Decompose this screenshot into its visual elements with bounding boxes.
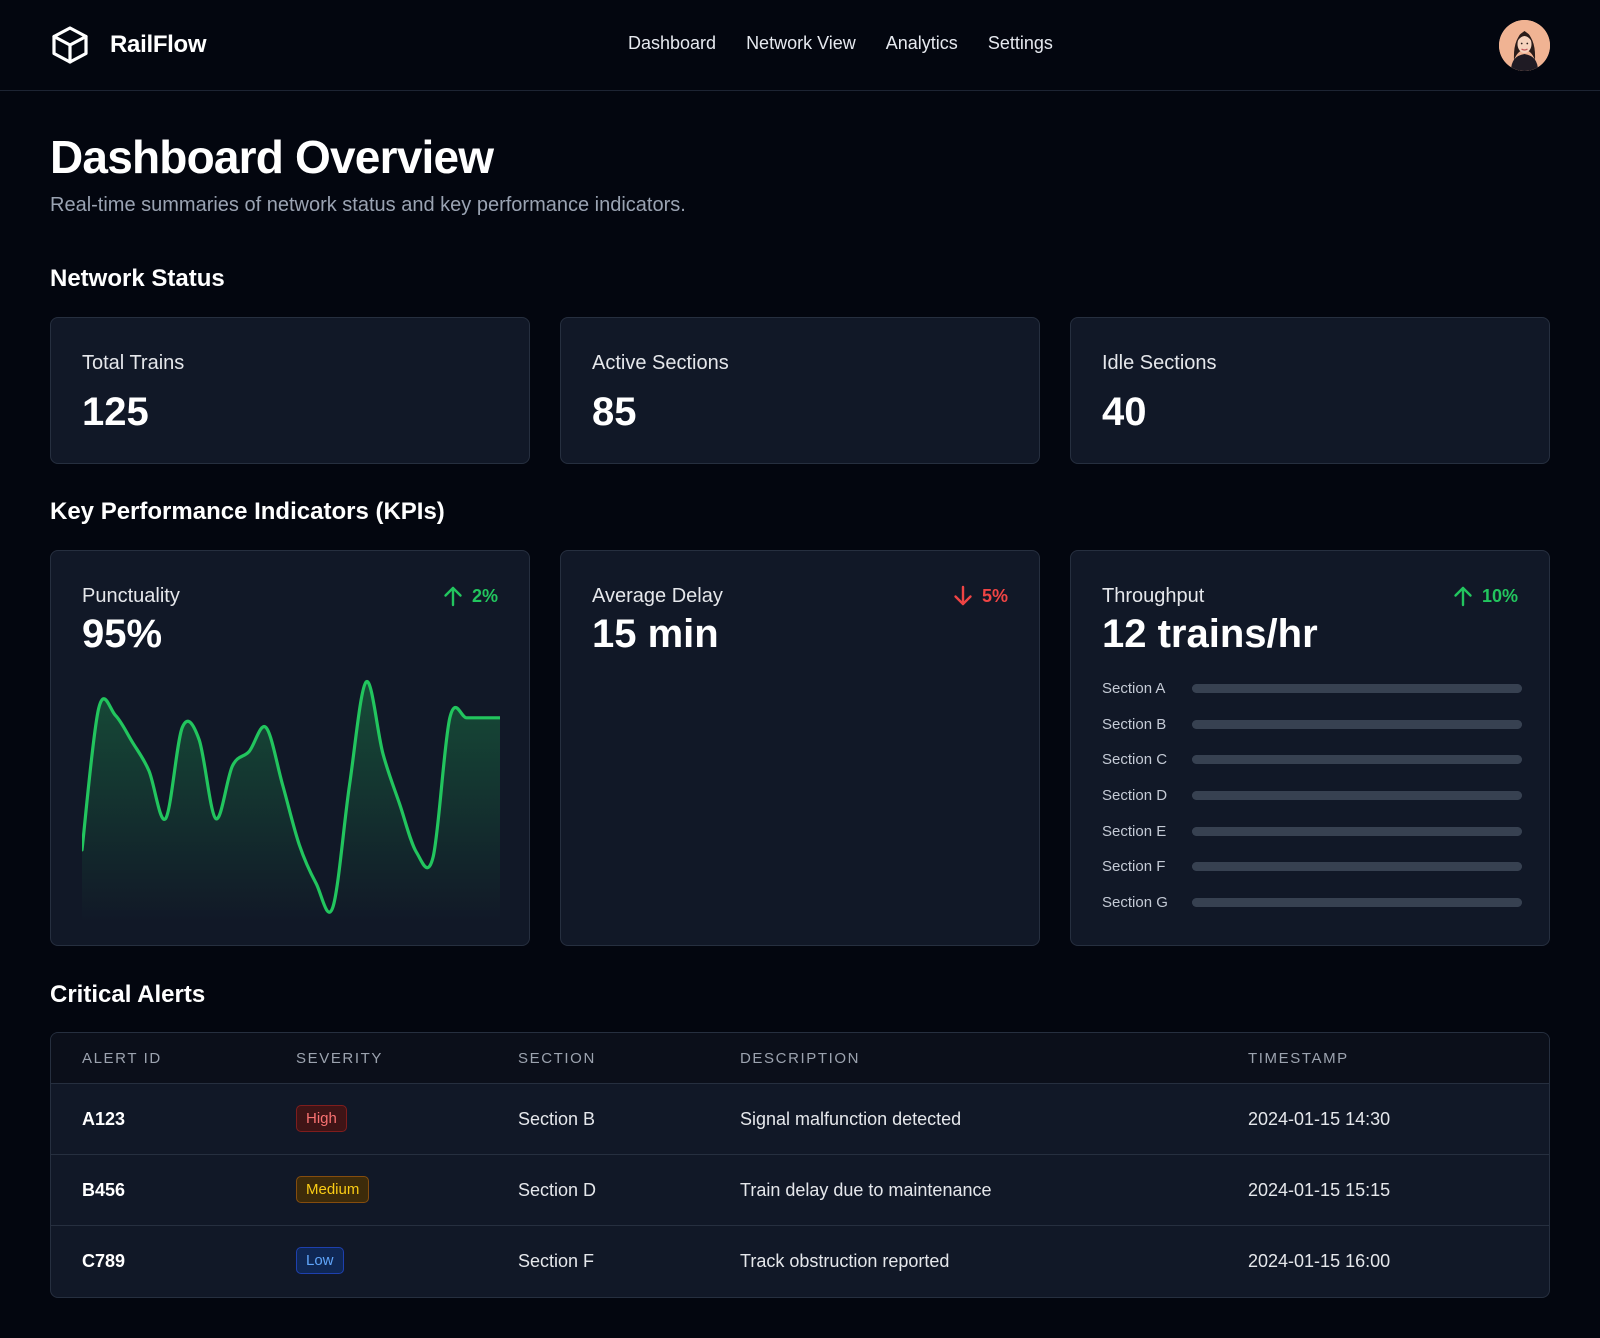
section-bar-fill bbox=[1192, 826, 1522, 836]
section-label: Section G bbox=[1102, 893, 1168, 911]
column-header-alert-id[interactable]: ALERT ID bbox=[82, 1050, 162, 1067]
alert-section: Section B bbox=[518, 1109, 596, 1129]
kpi-value: 15 min bbox=[592, 612, 719, 656]
section-label: Section E bbox=[1102, 822, 1167, 840]
stat-label: Total Trains bbox=[82, 352, 185, 374]
throughput-row-section-c: Section C bbox=[1102, 749, 1522, 769]
alert-section: Section D bbox=[518, 1180, 597, 1200]
section-bar bbox=[1192, 790, 1522, 800]
section-label: Section A bbox=[1102, 679, 1166, 697]
column-header-severity[interactable]: SEVERITY bbox=[296, 1050, 383, 1067]
throughput-row-section-e: Section E bbox=[1102, 821, 1522, 841]
section-bar-fill bbox=[1192, 683, 1522, 693]
kpi-change-value: 10% bbox=[1481, 585, 1518, 606]
critical-alerts-heading: Critical Alerts bbox=[50, 981, 206, 1008]
alert-id: B456 bbox=[82, 1180, 126, 1200]
kpi-change: 5% bbox=[952, 585, 1008, 607]
kpi-change-value: 5% bbox=[981, 585, 1008, 606]
section-label: Section C bbox=[1102, 750, 1168, 768]
alert-id: C789 bbox=[82, 1251, 126, 1271]
throughput-row-section-a: Section A bbox=[1102, 678, 1522, 698]
kpi-change: 2% bbox=[442, 585, 498, 607]
nav-dashboard[interactable]: Dashboard bbox=[628, 33, 716, 54]
section-bar bbox=[1192, 826, 1522, 836]
alert-description: Signal malfunction detected bbox=[740, 1109, 962, 1129]
table-row[interactable]: C789 Low Section F Track obstruction rep… bbox=[51, 1226, 1549, 1297]
section-bar-fill bbox=[1192, 754, 1522, 764]
kpi-card-average-delay: Average Delay 15 min 5% bbox=[560, 550, 1040, 946]
stat-card-total-trains: Total Trains 125 bbox=[50, 317, 530, 464]
severity-badge: Low bbox=[296, 1247, 344, 1274]
section-label: Section D bbox=[1102, 786, 1168, 804]
kpi-heading: Key Performance Indicators (KPIs) bbox=[50, 498, 445, 525]
stat-value: 40 bbox=[1102, 390, 1147, 434]
kpi-value: 12 trains/hr bbox=[1102, 612, 1318, 656]
stat-card-active-sections: Active Sections 85 bbox=[560, 317, 1040, 464]
section-bar-fill bbox=[1192, 719, 1522, 729]
punctuality-chart bbox=[82, 680, 500, 923]
section-label: Section F bbox=[1102, 857, 1166, 875]
page-subtitle: Real-time summaries of network status an… bbox=[50, 194, 686, 216]
alert-description: Track obstruction reported bbox=[740, 1251, 950, 1271]
alerts-table: ALERT ID SEVERITY SECTION DESCRIPTION TI… bbox=[50, 1032, 1550, 1298]
throughput-row-section-f: Section F bbox=[1102, 856, 1522, 876]
avatar-portrait bbox=[1499, 20, 1550, 71]
chart-area-fill bbox=[82, 681, 500, 923]
arrow-up-icon bbox=[444, 586, 462, 607]
brand[interactable]: RailFlow bbox=[50, 25, 207, 65]
stat-card-idle-sections: Idle Sections 40 bbox=[1070, 317, 1550, 464]
top-navigation-bar: RailFlow Dashboard Network View Analytic… bbox=[0, 0, 1600, 91]
nav-analytics[interactable]: Analytics bbox=[886, 33, 958, 54]
stat-value: 125 bbox=[82, 390, 149, 434]
kpi-change-value: 2% bbox=[471, 585, 498, 606]
nav-network-view[interactable]: Network View bbox=[746, 33, 856, 54]
section-bar bbox=[1192, 897, 1522, 907]
stat-label: Active Sections bbox=[592, 352, 729, 374]
kpi-change: 10% bbox=[1452, 585, 1518, 607]
section-bar-fill bbox=[1192, 897, 1522, 907]
network-status-heading: Network Status bbox=[50, 265, 225, 292]
stat-value: 85 bbox=[592, 390, 637, 434]
section-bar-fill bbox=[1192, 861, 1522, 871]
stat-label: Idle Sections bbox=[1102, 352, 1217, 374]
section-label: Section B bbox=[1102, 715, 1167, 733]
kpi-label: Average Delay bbox=[592, 585, 723, 607]
section-bar bbox=[1192, 861, 1522, 871]
section-bar bbox=[1192, 719, 1522, 729]
alert-timestamp: 2024-01-15 15:15 bbox=[1248, 1180, 1391, 1200]
kpi-label: Punctuality bbox=[82, 585, 180, 607]
kpi-card-punctuality: Punctuality 95% 2% bbox=[50, 550, 530, 946]
cube-icon bbox=[52, 26, 88, 64]
table-header: ALERT ID SEVERITY SECTION DESCRIPTION TI… bbox=[51, 1033, 1549, 1084]
arrow-up-icon bbox=[1454, 586, 1472, 607]
severity-badge: Medium bbox=[296, 1176, 370, 1203]
main-nav: Dashboard Network View Analytics Setting… bbox=[628, 33, 1053, 54]
user-avatar[interactable] bbox=[1499, 20, 1550, 71]
section-bar bbox=[1192, 683, 1522, 693]
kpi-value: 95% bbox=[82, 612, 163, 656]
alert-id: A123 bbox=[82, 1109, 126, 1129]
brand-name: RailFlow bbox=[110, 31, 207, 58]
alert-timestamp: 2024-01-15 14:30 bbox=[1248, 1109, 1391, 1129]
throughput-row-section-d: Section D bbox=[1102, 785, 1522, 805]
column-header-section[interactable]: SECTION bbox=[518, 1050, 596, 1067]
arrow-down-icon bbox=[954, 585, 972, 606]
alert-section: Section F bbox=[518, 1251, 595, 1271]
severity-badge: High bbox=[296, 1105, 347, 1132]
alert-description: Train delay due to maintenance bbox=[740, 1180, 992, 1200]
page-title: Dashboard Overview bbox=[50, 131, 494, 183]
column-header-description[interactable]: DESCRIPTION bbox=[740, 1050, 860, 1067]
throughput-row-section-b: Section B bbox=[1102, 714, 1522, 734]
table-row[interactable]: B456 Medium Section D Train delay due to… bbox=[51, 1155, 1549, 1226]
section-bar bbox=[1192, 754, 1522, 764]
section-bar-fill bbox=[1192, 790, 1522, 800]
kpi-label: Throughput bbox=[1102, 585, 1205, 607]
table-row[interactable]: A123 High Section B Signal malfunction d… bbox=[51, 1084, 1549, 1155]
kpi-card-throughput: Throughput 12 trains/hr 10% Section A Se… bbox=[1070, 550, 1550, 946]
column-header-timestamp[interactable]: TIMESTAMP bbox=[1248, 1050, 1349, 1067]
throughput-row-section-g: Section G bbox=[1102, 892, 1522, 912]
nav-settings[interactable]: Settings bbox=[988, 33, 1053, 54]
alert-timestamp: 2024-01-15 16:00 bbox=[1248, 1251, 1391, 1271]
